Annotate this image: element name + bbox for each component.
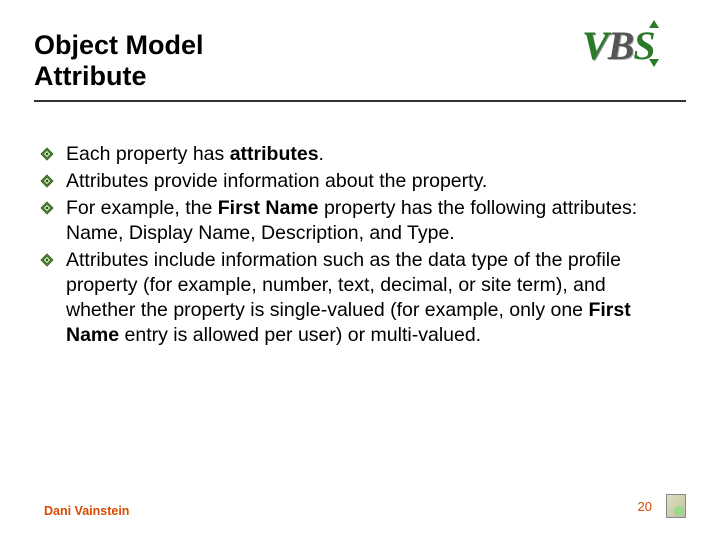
- bullet-text: Each property has attributes.: [66, 142, 672, 167]
- text-segment: entry is allowed per user) or multi-valu…: [119, 324, 481, 346]
- diamond-bullet-icon: [40, 253, 54, 267]
- title-line-1: Object Model: [34, 30, 204, 60]
- bullet-item: Each property has attributes.: [40, 142, 672, 167]
- bold-text: attributes: [230, 143, 319, 165]
- text-segment: Attributes provide information about the…: [66, 170, 487, 192]
- author-name: Dani Vainstein: [44, 504, 129, 518]
- text-segment: .: [319, 143, 324, 165]
- diamond-bullet-icon: [40, 201, 54, 215]
- title-line-2: Attribute: [34, 61, 146, 91]
- bullet-list: Each property has attributes. Attributes…: [40, 142, 672, 348]
- slide-header: Object Model Attribute: [34, 30, 686, 102]
- bullet-text: Attributes include information such as t…: [66, 248, 672, 348]
- slide-title: Object Model Attribute: [34, 30, 686, 92]
- title-underline: [34, 100, 686, 102]
- page-number: 20: [638, 499, 652, 514]
- slide-decoration-icon: [666, 494, 686, 518]
- bullet-text: Attributes provide information about the…: [66, 169, 672, 194]
- bullet-item: Attributes provide information about the…: [40, 169, 672, 194]
- slide-content: Each property has attributes. Attributes…: [40, 142, 672, 350]
- bullet-item: Attributes include information such as t…: [40, 248, 672, 348]
- bullet-text: For example, the First Name property has…: [66, 196, 672, 246]
- page-area: 20: [638, 494, 686, 518]
- text-segment: For example, the: [66, 197, 218, 219]
- slide-footer: Dani Vainstein 20: [44, 494, 686, 518]
- slide: VBS Object Model Attribute Each property…: [0, 0, 720, 540]
- diamond-bullet-icon: [40, 174, 54, 188]
- bold-text: First Name: [218, 197, 319, 219]
- text-segment: Each property has: [66, 143, 230, 165]
- bullet-item: For example, the First Name property has…: [40, 196, 672, 246]
- text-segment: Attributes include information such as t…: [66, 249, 621, 321]
- diamond-bullet-icon: [40, 147, 54, 161]
